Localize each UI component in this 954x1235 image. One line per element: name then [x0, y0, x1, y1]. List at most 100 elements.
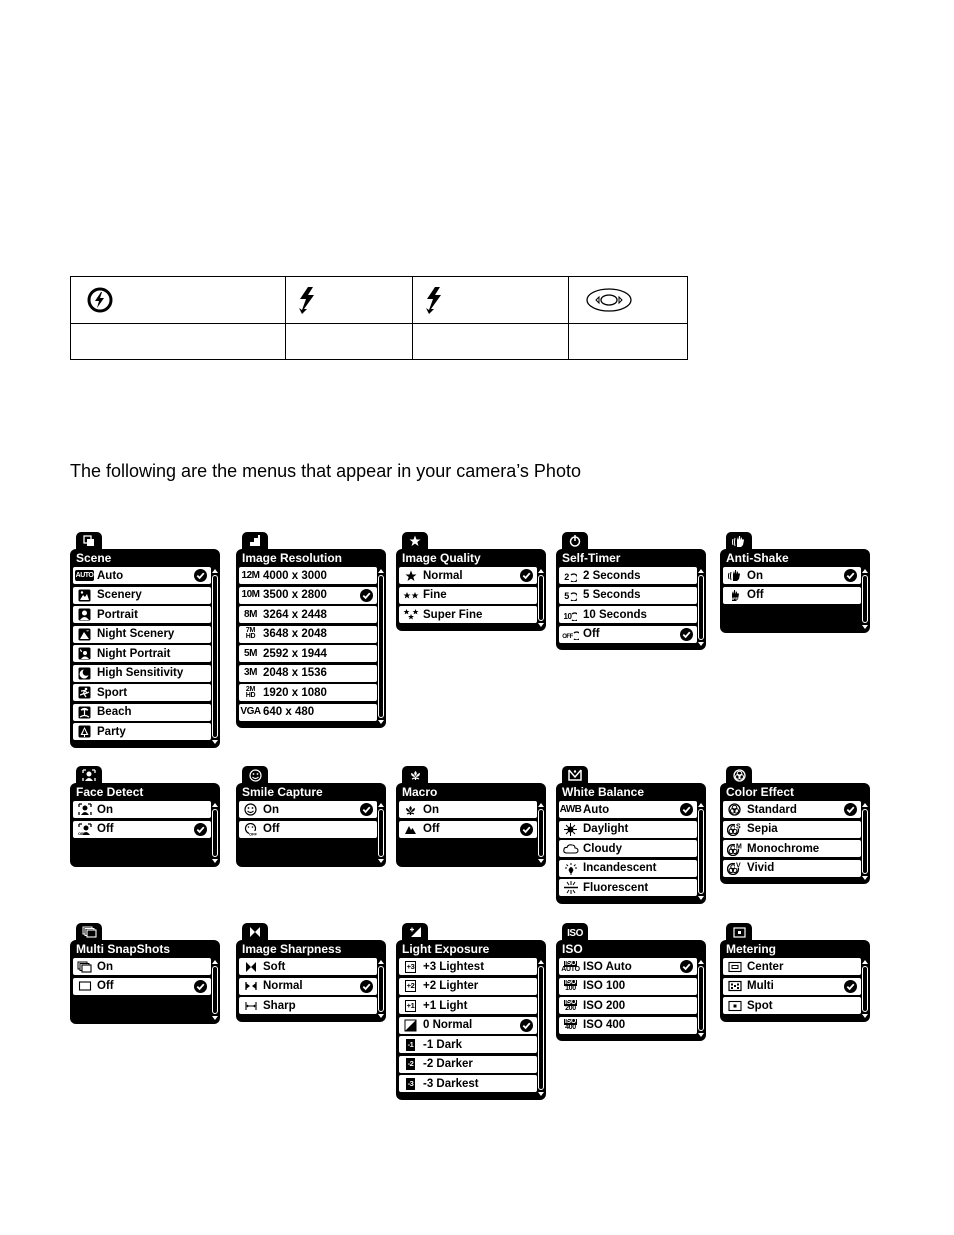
menu-option[interactable]: Daylight: [559, 820, 697, 838]
scroll-down-arrow-icon[interactable]: [378, 859, 384, 863]
scrollbar[interactable]: [537, 569, 544, 627]
menu-option[interactable]: Party: [73, 723, 211, 740]
menu-option[interactable]: Off: [399, 820, 537, 838]
menu-option[interactable]: Normal: [399, 567, 537, 584]
self-timer-tab[interactable]: [562, 532, 588, 550]
menu-option[interactable]: Center: [723, 958, 861, 975]
scroll-up-arrow-icon[interactable]: [862, 569, 868, 573]
scroll-up-arrow-icon[interactable]: [212, 803, 218, 807]
scroll-up-arrow-icon[interactable]: [378, 960, 384, 964]
iso-tab[interactable]: ISO: [562, 923, 588, 941]
scroll-down-arrow-icon[interactable]: [698, 1033, 704, 1037]
menu-option[interactable]: 12M 4000 x 3000: [239, 567, 377, 584]
scroll-track[interactable]: [538, 966, 544, 1090]
scroll-up-arrow-icon[interactable]: [212, 569, 218, 573]
menu-option[interactable]: Incandescent: [559, 859, 697, 877]
scroll-track[interactable]: [212, 575, 218, 738]
menu-option[interactable]: On: [73, 801, 211, 818]
menu-option[interactable]: OFF Off: [723, 586, 861, 604]
menu-option[interactable]: ISO AUTO ISO Auto: [559, 958, 697, 975]
scroll-down-arrow-icon[interactable]: [862, 625, 868, 629]
scrollbar[interactable]: [697, 803, 704, 900]
face-detect-tab[interactable]: [76, 766, 102, 784]
scrollbar[interactable]: [697, 960, 704, 1037]
menu-option[interactable]: +3 +3 Lightest: [399, 958, 537, 975]
menu-option[interactable]: High Sensitivity: [73, 664, 211, 682]
menu-option[interactable]: Standard: [723, 801, 861, 818]
menu-option[interactable]: 5 5 Seconds: [559, 586, 697, 604]
scroll-track[interactable]: [862, 575, 868, 623]
scrollbar[interactable]: [377, 569, 384, 724]
menu-option[interactable]: ISO 100 ISO 100: [559, 977, 697, 995]
scroll-track[interactable]: [862, 809, 868, 874]
menu-option[interactable]: Sport: [73, 684, 211, 701]
scrollbar[interactable]: [377, 960, 384, 1018]
menu-option[interactable]: 2M HD 1920 x 1080: [239, 684, 377, 701]
anti-shake-tab[interactable]: [726, 532, 752, 550]
scroll-up-arrow-icon[interactable]: [862, 960, 868, 964]
menu-option[interactable]: OFF Off: [559, 625, 697, 643]
scroll-up-arrow-icon[interactable]: [538, 960, 544, 964]
menu-option[interactable]: Soft: [239, 958, 377, 975]
scroll-track[interactable]: [212, 966, 218, 1014]
scroll-track[interactable]: [538, 575, 544, 621]
menu-option[interactable]: On: [723, 567, 861, 584]
menu-option[interactable]: Fine: [399, 586, 537, 604]
menu-option[interactable]: Spot: [723, 997, 861, 1014]
scroll-track[interactable]: [698, 966, 704, 1031]
light-exposure-tab[interactable]: [402, 923, 428, 941]
menu-option[interactable]: On: [73, 958, 211, 975]
menu-option[interactable]: 0 Normal: [399, 1016, 537, 1034]
menu-option[interactable]: 5M 2592 x 1944: [239, 645, 377, 662]
scrollbar[interactable]: [211, 803, 218, 863]
menu-option[interactable]: Multi: [723, 977, 861, 995]
scroll-up-arrow-icon[interactable]: [212, 960, 218, 964]
menu-option[interactable]: ISO 200 ISO 200: [559, 997, 697, 1014]
scroll-down-arrow-icon[interactable]: [212, 739, 218, 744]
scroll-up-arrow-icon[interactable]: [378, 569, 384, 573]
scroll-track[interactable]: [378, 809, 384, 857]
scroll-track[interactable]: [862, 966, 868, 1012]
menu-option[interactable]: -1 -1 Dark: [399, 1036, 537, 1053]
menu-option[interactable]: Cloudy: [559, 840, 697, 857]
multi-snapshots-tab[interactable]: [76, 923, 102, 941]
menu-option[interactable]: 7M HD 3648 x 2048: [239, 625, 377, 643]
scroll-up-arrow-icon[interactable]: [698, 960, 704, 964]
menu-option[interactable]: M Monochrome: [723, 840, 861, 857]
scroll-up-arrow-icon[interactable]: [538, 569, 544, 573]
menu-option[interactable]: 8M 3264 x 2448: [239, 606, 377, 623]
scroll-up-arrow-icon[interactable]: [378, 803, 384, 807]
menu-option[interactable]: +2 +2 Lighter: [399, 977, 537, 995]
scrollbar[interactable]: [377, 803, 384, 863]
scroll-down-arrow-icon[interactable]: [378, 720, 384, 724]
color-effect-tab[interactable]: [726, 766, 752, 784]
menu-option[interactable]: On: [239, 801, 377, 818]
menu-option[interactable]: Beach: [73, 703, 211, 721]
scroll-track[interactable]: [212, 809, 218, 857]
scroll-down-arrow-icon[interactable]: [538, 859, 544, 863]
scrollbar[interactable]: [537, 960, 544, 1096]
scroll-down-arrow-icon[interactable]: [538, 1091, 544, 1096]
white-balance-tab[interactable]: [562, 766, 588, 784]
menu-option[interactable]: ISO 400 ISO 400: [559, 1016, 697, 1034]
menu-option[interactable]: S Sepia: [723, 820, 861, 838]
menu-option[interactable]: AUTO Auto: [73, 567, 211, 584]
menu-option[interactable]: -2 -2 Darker: [399, 1055, 537, 1073]
scroll-down-arrow-icon[interactable]: [538, 622, 544, 627]
scrollbar[interactable]: [537, 803, 544, 863]
scroll-down-arrow-icon[interactable]: [378, 1013, 384, 1018]
scroll-down-arrow-icon[interactable]: [862, 876, 868, 880]
scrollbar[interactable]: [697, 569, 704, 646]
menu-option[interactable]: Scenery: [73, 586, 211, 604]
scroll-track[interactable]: [698, 575, 704, 640]
scroll-down-arrow-icon[interactable]: [698, 642, 704, 646]
menu-option[interactable]: Fluorescent: [559, 879, 697, 896]
scene-tab[interactable]: [76, 532, 102, 550]
menu-option[interactable]: VGA 640 x 480: [239, 703, 377, 721]
scroll-track[interactable]: [378, 966, 384, 1012]
menu-option[interactable]: AWB Auto: [559, 801, 697, 818]
menu-option[interactable]: OFF Off: [239, 820, 377, 838]
menu-option[interactable]: 10 10 Seconds: [559, 606, 697, 623]
scroll-up-arrow-icon[interactable]: [862, 803, 868, 807]
menu-option[interactable]: Super Fine: [399, 606, 537, 623]
